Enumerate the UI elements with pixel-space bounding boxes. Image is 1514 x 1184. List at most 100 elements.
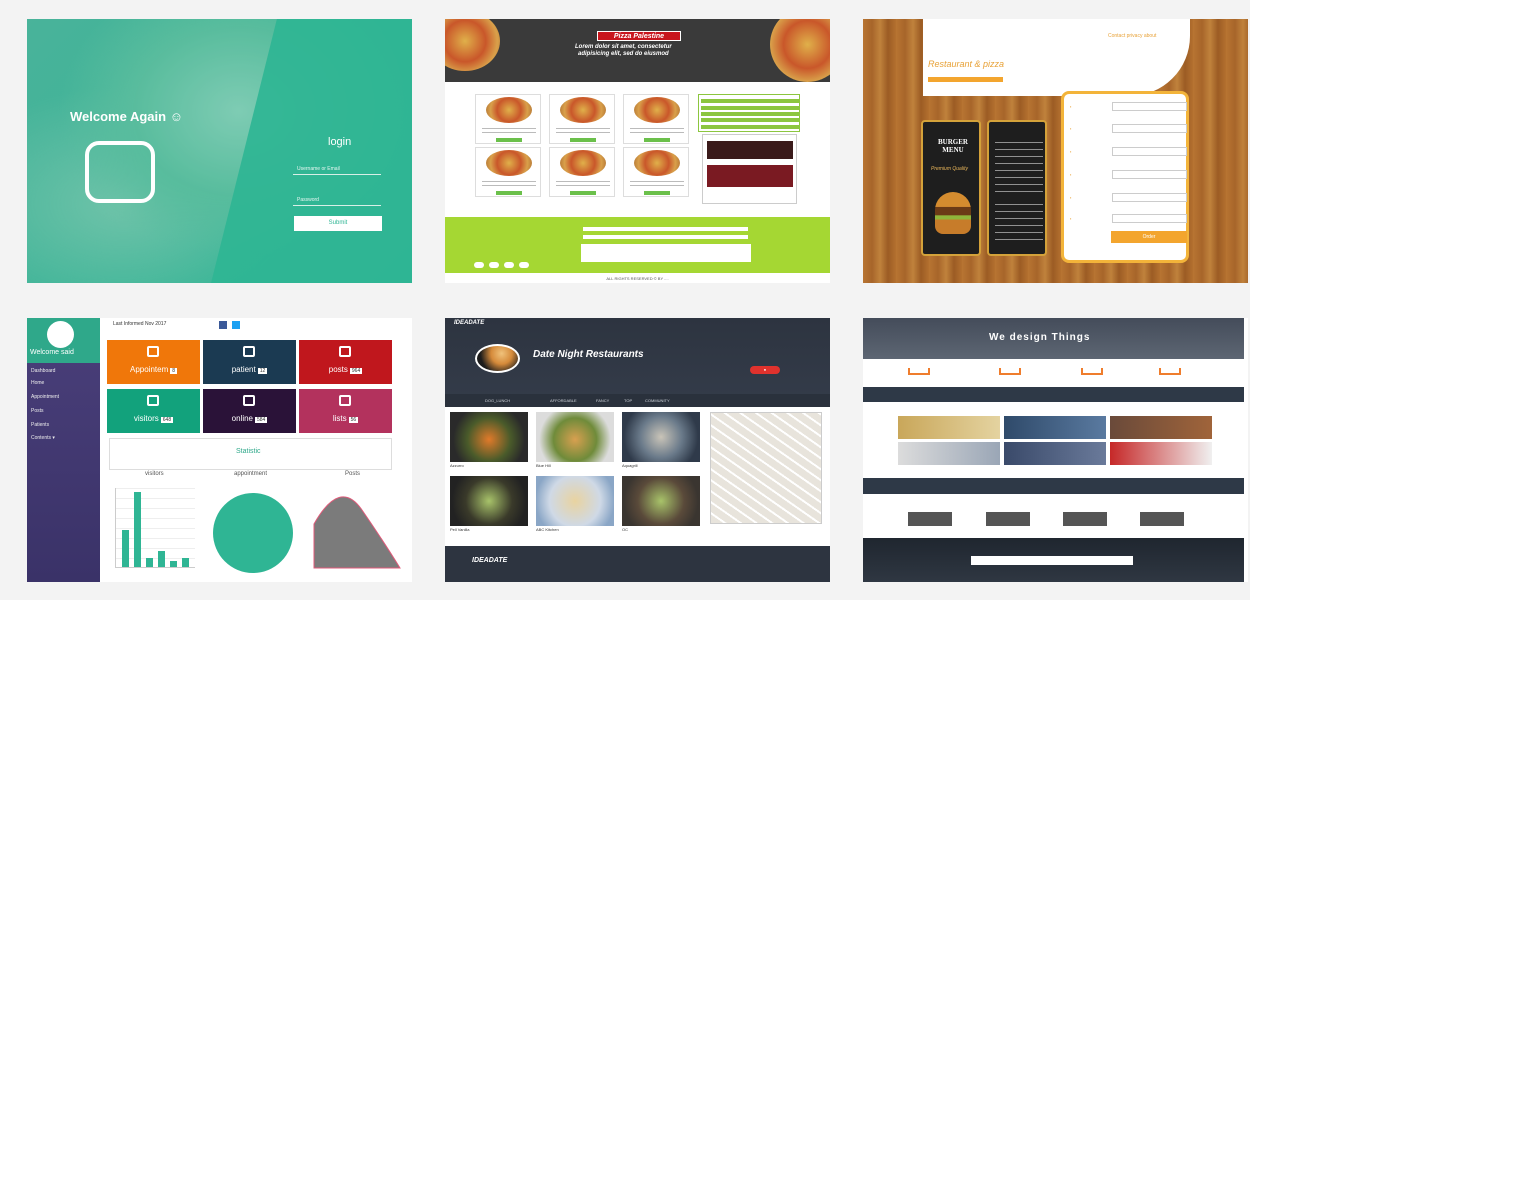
message-field[interactable] <box>581 244 751 262</box>
submit-button[interactable]: Submit <box>294 216 382 231</box>
contact-field[interactable] <box>583 235 748 239</box>
page-title: Date Night Restaurants <box>533 349 644 360</box>
project-photo[interactable] <box>1004 416 1106 439</box>
pizza-card[interactable] <box>475 147 541 197</box>
social-icon[interactable] <box>519 262 529 268</box>
stat-card[interactable]: patient 12 <box>203 340 296 384</box>
field-label: ▪ <box>1070 195 1072 200</box>
chart-bar <box>158 551 165 567</box>
email-field[interactable] <box>1112 147 1187 156</box>
calendar-icon <box>339 395 351 406</box>
food-photo[interactable] <box>536 412 614 462</box>
stat-card[interactable]: posts 964 <box>299 340 392 384</box>
calendar-icon <box>147 346 159 357</box>
tab-affordable[interactable]: AFFORDABLE <box>550 398 577 403</box>
phone-field[interactable] <box>1112 193 1187 202</box>
pizza-image <box>560 97 606 123</box>
calendar-icon <box>243 395 255 406</box>
social-icon[interactable] <box>489 262 499 268</box>
order-button[interactable] <box>570 138 596 142</box>
text-line <box>482 128 536 129</box>
quantity-field[interactable] <box>1112 124 1187 133</box>
food-photo[interactable] <box>450 476 528 526</box>
password-field[interactable] <box>1112 214 1187 223</box>
project-photo[interactable] <box>1110 442 1212 465</box>
pizza-card[interactable] <box>549 94 615 144</box>
pizza-card[interactable] <box>623 147 689 197</box>
stat-label: online <box>231 414 253 423</box>
restaurant-name: Blue Hill <box>536 463 551 468</box>
social-icon[interactable] <box>504 262 514 268</box>
header-panel <box>923 19 1190 96</box>
subtitle-line: adipisicing elit, sed do eiusmod <box>578 51 669 57</box>
brand-name: Restaurant & pizza <box>928 59 1005 69</box>
order-button[interactable] <box>570 191 596 195</box>
statistic-panel: Statistic <box>109 438 392 470</box>
pizza-card[interactable] <box>475 94 541 144</box>
stat-count-badge: 648 <box>160 417 174 423</box>
pizza-card[interactable] <box>549 147 615 197</box>
password-field[interactable]: Password <box>293 195 381 206</box>
date-field[interactable] <box>1112 170 1187 179</box>
service-icon <box>1081 368 1103 375</box>
nav-links[interactable]: Contact privacy about <box>1108 33 1156 39</box>
site-subtitle: Lorem dolor sit amet, consectetur adipis… <box>575 44 672 58</box>
portfolio-tile-date-night[interactable]: IDEADATE Date Night Restaurants ● DOG_LU… <box>445 318 830 582</box>
footer-logo[interactable]: IDEADATE <box>472 557 507 564</box>
text-line <box>630 128 684 129</box>
stat-card[interactable]: lists 56 <box>299 389 392 433</box>
restaurant-name: OC <box>622 527 628 532</box>
restaurant-name: Pell Vanilla <box>450 527 470 532</box>
select-field[interactable] <box>1112 102 1187 111</box>
map-view[interactable] <box>710 412 822 524</box>
order-button[interactable] <box>496 138 522 142</box>
field-label: ▪ <box>1070 172 1072 177</box>
project-photo[interactable] <box>898 416 1000 439</box>
text-line <box>556 181 610 182</box>
food-photo[interactable] <box>622 476 700 526</box>
portfolio-tile-pizza[interactable]: Pizza Palestine Lorem dolor sit amet, co… <box>445 19 830 283</box>
portfolio-tile-restaurant[interactable]: Restaurant & pizza Contact privacy about… <box>863 19 1248 283</box>
food-photo[interactable] <box>450 412 528 462</box>
menu-items <box>995 204 1043 244</box>
portfolio-tile-design[interactable]: We design Things <box>863 318 1248 582</box>
subscribe-field[interactable] <box>971 556 1133 565</box>
tab-fancy[interactable]: FANCY <box>596 398 609 403</box>
stat-count-badge: 964 <box>349 368 363 374</box>
portfolio-tile-login[interactable]: Welcome Again ☺ login Username or Email … <box>27 19 412 283</box>
stat-card[interactable]: online 584 <box>203 389 296 433</box>
tab-top[interactable]: TOP <box>624 398 632 403</box>
stat-card-label: patient 12 <box>203 365 296 374</box>
order-button[interactable] <box>644 138 670 142</box>
project-photo[interactable] <box>1004 442 1106 465</box>
sidebar-row <box>701 125 799 129</box>
pizza-image <box>486 97 532 123</box>
field-label: ▪ <box>1070 104 1072 109</box>
project-photo[interactable] <box>898 442 1000 465</box>
contact-field[interactable] <box>583 227 748 231</box>
order-button[interactable] <box>644 191 670 195</box>
tab-community[interactable]: COMMUNITY <box>645 398 670 403</box>
text-line <box>482 185 536 186</box>
site-logo[interactable]: IDEADATE <box>454 320 484 326</box>
order-button[interactable] <box>496 191 522 195</box>
stat-card[interactable]: visitors 648 <box>107 389 200 433</box>
tab-dog-lunch[interactable]: DOG_LUNCH <box>485 398 510 403</box>
social-icon[interactable] <box>474 262 484 268</box>
text-line <box>630 185 684 186</box>
text-line <box>556 128 610 129</box>
stat-count-badge: 56 <box>348 417 359 423</box>
portfolio-tile-dashboard[interactable]: Welcome said Dashboard Home Appointment … <box>27 318 412 582</box>
pizza-card[interactable] <box>623 94 689 144</box>
food-photo[interactable] <box>622 412 700 462</box>
pizza-image <box>486 150 532 176</box>
username-field[interactable]: Username or Email <box>293 164 381 175</box>
project-photo[interactable] <box>1110 416 1212 439</box>
chart-bar <box>182 558 189 567</box>
stat-card[interactable]: Appointem 8 <box>107 340 200 384</box>
cta-button[interactable]: ● <box>750 366 780 374</box>
text-line <box>630 181 684 182</box>
order-button[interactable]: Order <box>1111 231 1187 243</box>
text-line <box>482 132 536 133</box>
food-photo[interactable] <box>536 476 614 526</box>
